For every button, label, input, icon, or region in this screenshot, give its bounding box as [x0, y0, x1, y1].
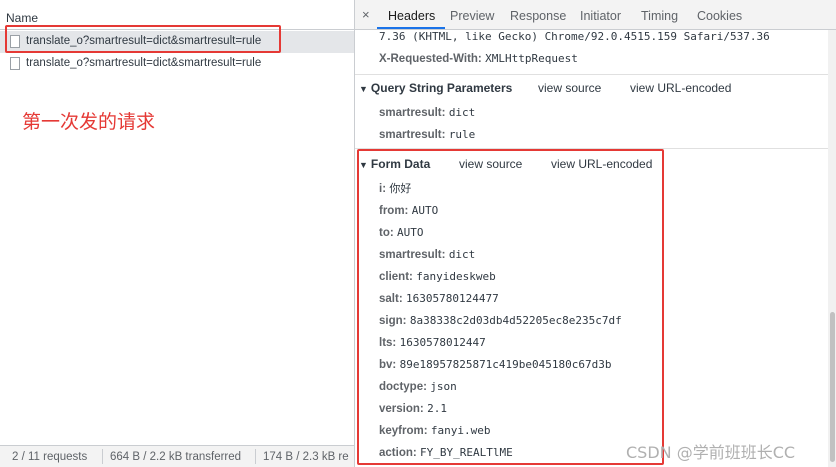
query-params-title[interactable]: ▼ Query String Parameters — [359, 81, 512, 95]
query-params-label: Query String Parameters — [370, 81, 513, 95]
scrollbar-thumb[interactable] — [830, 312, 835, 462]
divider — [255, 449, 256, 464]
tab-headers[interactable]: Headers — [388, 9, 435, 23]
tab-cookies[interactable]: Cookies — [697, 9, 742, 23]
param-value: rule — [448, 128, 476, 141]
query-param-row: smartresult: rule — [379, 127, 475, 141]
query-param-row: smartresult: dict — [379, 105, 475, 119]
close-icon[interactable]: × — [362, 7, 370, 22]
watermark: CSDN @学前班班长CC — [626, 443, 796, 462]
param-value: dict — [448, 106, 476, 119]
requests-panel: Name translate_o?smartresult=dict&smartr… — [0, 0, 355, 467]
request-row[interactable]: translate_o?smartresult=dict&smartresult… — [0, 53, 354, 75]
transferred-size: 664 B / 2.2 kB transferred — [110, 451, 242, 463]
param-key: smartresult: — [379, 129, 446, 141]
document-icon — [10, 57, 20, 70]
requests-count: 2 / 11 requests — [12, 451, 88, 463]
user-agent-tail: 7.36 (KHTML, like Gecko) Chrome/92.0.451… — [379, 30, 770, 43]
view-source-link[interactable]: view source — [538, 81, 601, 95]
first-request-highlight — [5, 25, 281, 53]
form-data-highlight — [357, 149, 664, 465]
tab-initiator[interactable]: Initiator — [580, 9, 621, 23]
view-url-encoded-link[interactable]: view URL-encoded — [630, 81, 731, 95]
first-request-annotation: 第一次发的请求 — [22, 111, 156, 133]
network-status-bar: 2 / 11 requests 664 B / 2.2 kB transferr… — [0, 445, 354, 467]
expand-triangle-icon: ▼ — [359, 84, 368, 94]
resources-size: 174 B / 2.3 kB re — [263, 451, 349, 463]
header-row: X-Requested-With: XMLHttpRequest — [379, 51, 578, 65]
param-key: smartresult: — [379, 107, 446, 119]
tab-timing[interactable]: Timing — [641, 9, 678, 23]
tab-response[interactable]: Response — [510, 9, 566, 23]
active-tab-indicator — [377, 27, 445, 29]
request-name: translate_o?smartresult=dict&smartresult… — [26, 57, 262, 69]
details-tabbar: × Headers Preview Response Initiator Tim… — [355, 0, 836, 30]
tab-preview[interactable]: Preview — [450, 9, 494, 23]
header-key: X-Requested-With: — [379, 53, 482, 65]
divider — [102, 449, 103, 464]
divider — [355, 74, 836, 75]
header-value: XMLHttpRequest — [485, 52, 578, 65]
name-header-label: Name — [6, 11, 39, 25]
